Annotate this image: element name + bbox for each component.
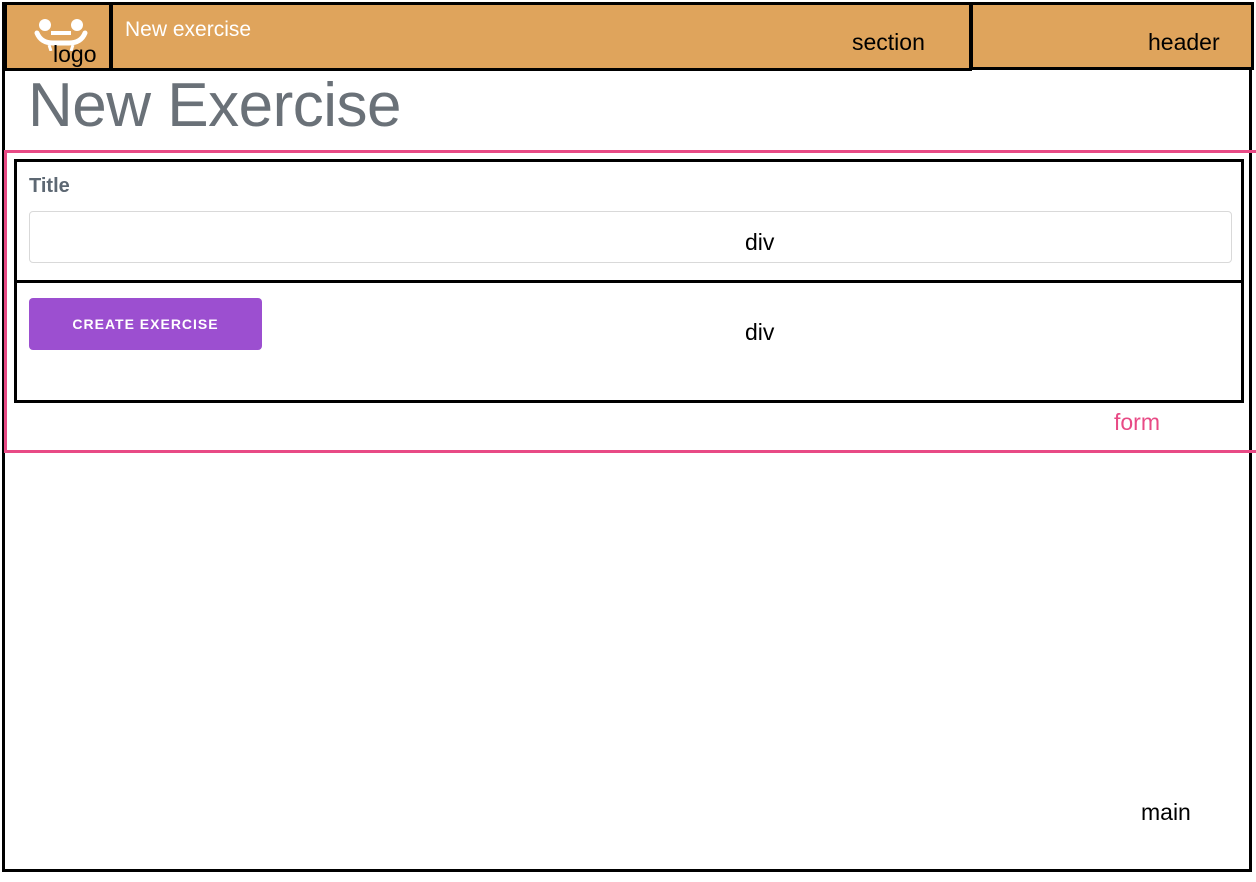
logo[interactable]: logo	[4, 2, 112, 71]
page-frame: logo New exercise section header New Exe…	[0, 0, 1256, 882]
logo-label: logo	[53, 41, 97, 67]
form-label: form	[1114, 409, 1160, 435]
create-exercise-button[interactable]: CREATE EXERCISE	[29, 298, 262, 350]
page-title: New Exercise	[28, 71, 402, 140]
app-title: New exercise	[125, 18, 252, 41]
header-label: header	[1148, 29, 1220, 55]
div-label: div	[745, 319, 775, 345]
div-label: div	[745, 229, 775, 255]
section-label: section	[852, 29, 925, 55]
title-input[interactable]	[29, 211, 1232, 263]
title-field-label: Title	[29, 175, 70, 197]
main-label: main	[1141, 799, 1191, 825]
